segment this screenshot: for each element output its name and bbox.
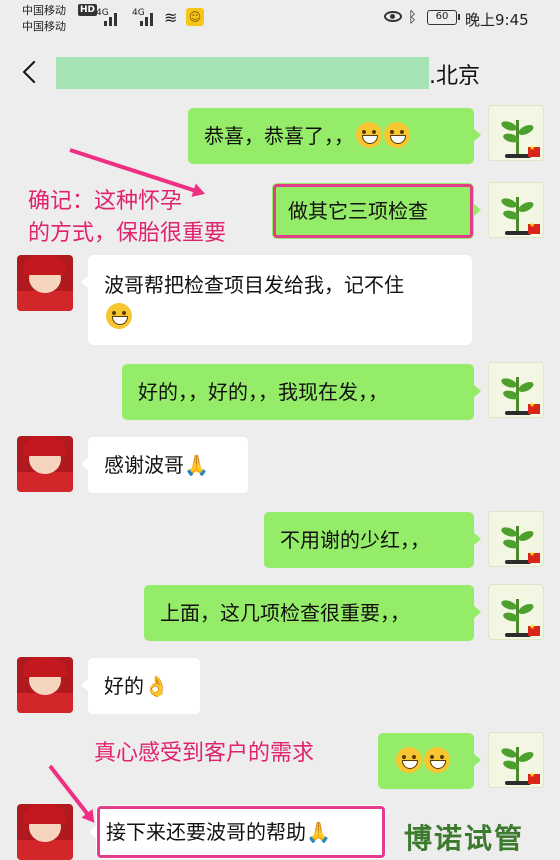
smile-emoji-icon: [424, 747, 450, 773]
wifi-icon: ≋: [164, 8, 178, 27]
notification-app-icon: ☺: [186, 8, 204, 26]
back-arrow-icon[interactable]: [20, 58, 42, 86]
signal-bars-icon: [104, 10, 122, 26]
contact-avatar[interactable]: [17, 255, 73, 311]
clock: 晚上9:45: [465, 11, 529, 29]
my-avatar[interactable]: [488, 182, 544, 238]
grinning-emoji-icon: [356, 122, 382, 148]
annotation-line: 的方式，保胎很重要: [28, 221, 227, 246]
ok-hand-emoji-icon: 👌: [144, 674, 169, 698]
annotation-note: 确记：这种怀孕 的方式，保胎很重要: [28, 186, 226, 250]
carrier-label-secondary: 中国移动: [22, 20, 66, 33]
message-bubble[interactable]: [378, 733, 481, 789]
message-bubble[interactable]: 上面，这几项检查很重要，，: [144, 585, 481, 641]
carrier-label: 中国移动: [22, 4, 66, 17]
my-avatar[interactable]: [488, 362, 544, 418]
message-text: 上面，这几项检查很重要，，: [160, 601, 410, 625]
message-text: 接下来还要波哥的帮助: [106, 820, 306, 844]
watermark: 博诺试管: [404, 822, 525, 855]
contact-avatar[interactable]: [17, 436, 73, 492]
message-text: 不用谢的少红，，: [280, 528, 430, 552]
my-avatar[interactable]: [488, 584, 544, 640]
grinning-emoji-icon: [384, 122, 410, 148]
message-bubble[interactable]: 接下来还要波哥的帮助🙏: [89, 805, 386, 859]
message-bubble[interactable]: 好的，，好的，，我现在发，，: [122, 364, 481, 420]
chat-header: .北京: [0, 44, 560, 100]
message-bubble[interactable]: 感谢波哥🙏: [81, 437, 248, 493]
message-text: 波哥帮把检查项目发给我，记不住: [104, 273, 404, 297]
redacted-contact-name: [56, 57, 429, 89]
eye-icon: [384, 11, 402, 22]
chat-title: .北京: [429, 64, 480, 89]
my-avatar[interactable]: [488, 105, 544, 161]
annotation-note: 真心感受到客户的需求: [94, 741, 315, 766]
message-text: 恭喜，恭喜了，，: [204, 124, 354, 148]
hd-badge: HD: [78, 4, 98, 16]
contact-avatar[interactable]: [17, 804, 73, 860]
signal-bars-icon-secondary: [140, 10, 158, 26]
message-bubble[interactable]: 做其它三项检查: [272, 183, 481, 239]
annotation-line: 确记：这种怀孕: [28, 189, 183, 214]
my-avatar[interactable]: [488, 511, 544, 567]
smile-emoji-icon: [106, 303, 132, 329]
battery-icon: 60: [427, 10, 460, 25]
message-bubble[interactable]: 恭喜，恭喜了，，: [188, 108, 481, 164]
message-bubble[interactable]: 好的👌: [81, 658, 200, 714]
message-text: 好的，，好的，，我现在发，，: [138, 380, 388, 404]
message-text: 好的: [104, 674, 144, 698]
my-avatar[interactable]: [488, 732, 544, 788]
bluetooth-icon: ᛒ: [408, 8, 418, 26]
message-bubble[interactable]: 波哥帮把检查项目发给我，记不住: [81, 255, 472, 345]
folded-hands-emoji-icon: 🙏: [184, 453, 209, 477]
message-text: 感谢波哥: [104, 453, 184, 477]
smile-emoji-icon: [396, 747, 422, 773]
contact-avatar[interactable]: [17, 657, 73, 713]
folded-hands-emoji-icon: 🙏: [306, 820, 331, 844]
status-bar: 中国移动 中国移动 HD 4G 4G ≋ ☺ ᛒ 60 晚上9:45: [0, 0, 560, 38]
message-bubble[interactable]: 不用谢的少红，，: [264, 512, 481, 568]
message-text: 做其它三项检查: [288, 199, 428, 223]
